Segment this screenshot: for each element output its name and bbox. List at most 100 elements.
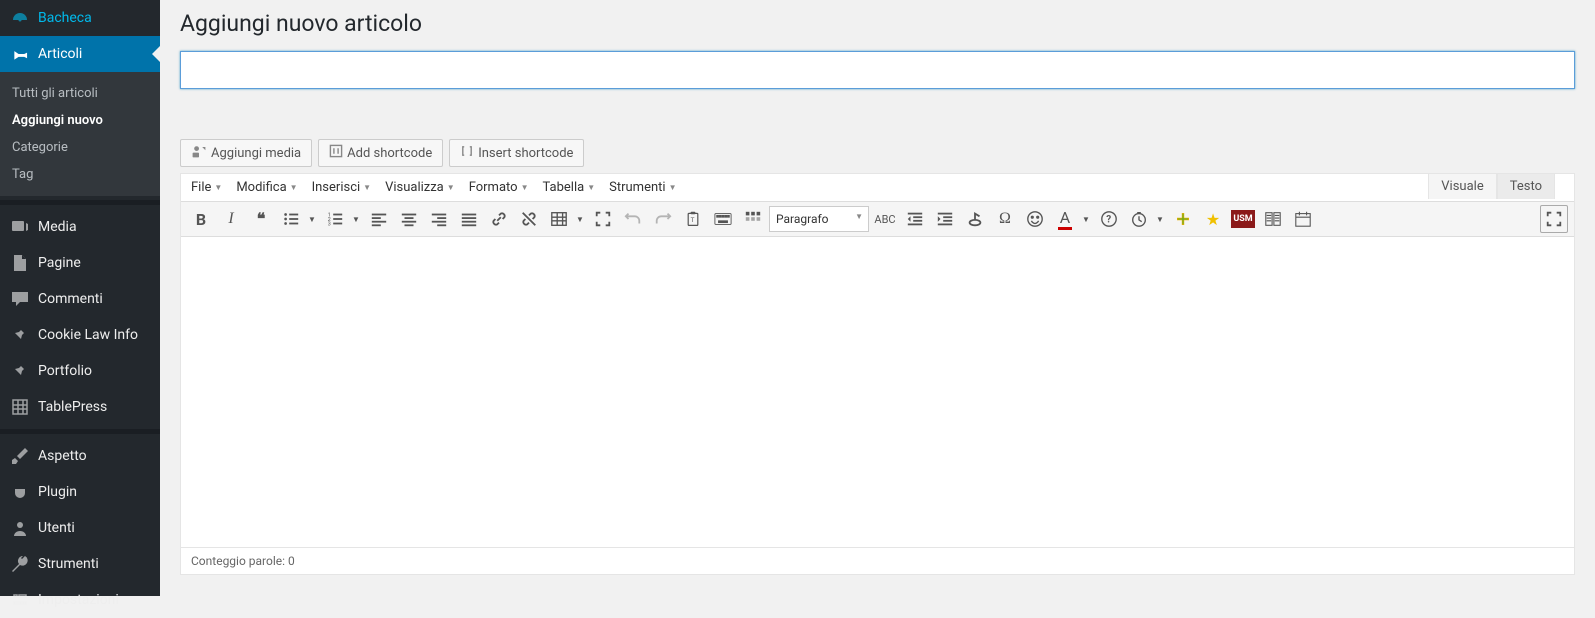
editor-tabs: Visuale Testo	[1428, 173, 1555, 199]
keyboard-button[interactable]	[709, 205, 737, 233]
menu-file[interactable]: File	[191, 180, 222, 195]
settings-icon	[10, 590, 30, 610]
sidebar-separator	[0, 429, 160, 434]
clock-button[interactable]	[1125, 205, 1153, 233]
sidebar-label: Portfolio	[38, 363, 92, 379]
comment-icon	[10, 289, 30, 309]
submenu-all-posts[interactable]: Tutti gli articoli	[0, 80, 160, 107]
sidebar-item-media[interactable]: Media	[0, 209, 160, 245]
bullet-list-dropdown[interactable]: ▼	[305, 205, 319, 233]
sidebar-item-pagine[interactable]: Pagine	[0, 245, 160, 281]
menu-tabella[interactable]: Tabella	[543, 180, 596, 195]
status-bar: Conteggio parole: 0	[181, 547, 1574, 574]
sidebar-label: Impostazioni	[38, 592, 119, 608]
sidebar-label: TablePress	[38, 399, 107, 415]
clock-dropdown[interactable]: ▼	[1153, 205, 1167, 233]
brush-icon	[10, 446, 30, 466]
menu-modifica[interactable]: Modifica	[236, 180, 297, 195]
sidebar-label: Utenti	[38, 520, 75, 536]
align-right-button[interactable]	[425, 205, 453, 233]
sidebar-item-tablepress[interactable]: TablePress	[0, 389, 160, 425]
page-title: Aggiungi nuovo articolo	[180, 10, 1575, 37]
text-color-button[interactable]: A	[1051, 205, 1079, 233]
blockquote-button[interactable]: ❝	[247, 205, 275, 233]
bold-button[interactable]: B	[187, 205, 215, 233]
sidebar-label: Bacheca	[38, 10, 92, 26]
bullet-list-button[interactable]	[277, 205, 305, 233]
pin-icon	[10, 44, 30, 64]
indent-button[interactable]	[931, 205, 959, 233]
menu-strumenti[interactable]: Strumenti	[609, 180, 676, 195]
sidebar-label: Aspetto	[38, 448, 87, 464]
insert-shortcode-button[interactable]: Insert shortcode	[449, 139, 584, 167]
sidebar-item-portfolio[interactable]: Portfolio	[0, 353, 160, 389]
align-left-button[interactable]	[365, 205, 393, 233]
submenu-add-new[interactable]: Aggiungi nuovo	[0, 107, 160, 134]
undo-button[interactable]	[619, 205, 647, 233]
text-color-dropdown[interactable]: ▼	[1079, 205, 1093, 233]
table-button[interactable]	[545, 205, 573, 233]
paste-text-button[interactable]: T	[679, 205, 707, 233]
main-content: Aggiungi nuovo articolo Aggiungi media A…	[160, 0, 1595, 596]
sidebar-item-bacheca[interactable]: Bacheca	[0, 0, 160, 36]
sidebar-item-strumenti[interactable]: Strumenti	[0, 546, 160, 582]
shortcode-icon	[460, 144, 474, 162]
svg-text:3: 3	[328, 221, 331, 227]
number-list-button[interactable]: 123	[321, 205, 349, 233]
calendar-button[interactable]	[1289, 205, 1317, 233]
unlink-button[interactable]	[515, 205, 543, 233]
add-shortcode-button[interactable]: Add shortcode	[318, 139, 443, 167]
add-media-button[interactable]: Aggiungi media	[180, 139, 312, 167]
align-justify-button[interactable]	[455, 205, 483, 233]
align-center-button[interactable]	[395, 205, 423, 233]
help-button[interactable]: ?	[1095, 205, 1123, 233]
sidebar-item-articoli[interactable]: Articoli	[0, 36, 160, 72]
number-list-dropdown[interactable]: ▼	[349, 205, 363, 233]
clear-format-button[interactable]	[961, 205, 989, 233]
link-button[interactable]	[485, 205, 513, 233]
sidebar-label: Articoli	[38, 46, 82, 62]
sidebar-submenu: Tutti gli articoli Aggiungi nuovo Catego…	[0, 72, 160, 196]
sidebar-separator	[0, 200, 160, 205]
sidebar-item-commenti[interactable]: Commenti	[0, 281, 160, 317]
format-select[interactable]: Paragrafo	[769, 206, 869, 232]
sidebar-item-cookie[interactable]: Cookie Law Info	[0, 317, 160, 353]
submenu-categories[interactable]: Categorie	[0, 134, 160, 161]
usm-button[interactable]: USM	[1229, 205, 1257, 233]
strikethrough-button[interactable]: ABC	[871, 205, 899, 233]
distraction-free-button[interactable]	[1540, 205, 1568, 233]
menu-inserisci[interactable]: Inserisci	[312, 180, 371, 195]
menu-formato[interactable]: Formato	[469, 180, 529, 195]
table-dropdown[interactable]: ▼	[573, 205, 587, 233]
toolbar-toggle-button[interactable]	[739, 205, 767, 233]
redo-button[interactable]	[649, 205, 677, 233]
star-button[interactable]: ★	[1199, 205, 1227, 233]
submenu-tags[interactable]: Tag	[0, 161, 160, 188]
sidebar-label: Pagine	[38, 255, 81, 271]
fullscreen-button[interactable]	[589, 205, 617, 233]
editor-menu-bar: File Modifica Inserisci Visualizza Forma…	[181, 174, 1574, 202]
tab-visual[interactable]: Visuale	[1428, 173, 1496, 199]
sidebar-item-aspetto[interactable]: Aspetto	[0, 438, 160, 474]
sidebar-item-impostazioni[interactable]: Impostazioni	[0, 582, 160, 618]
menu-visualizza[interactable]: Visualizza	[385, 180, 455, 195]
emoji-button[interactable]	[1021, 205, 1049, 233]
user-icon	[10, 518, 30, 538]
tab-text[interactable]: Testo	[1497, 173, 1555, 199]
sidebar-label: Cookie Law Info	[38, 327, 138, 343]
word-count: Conteggio parole: 0	[191, 554, 295, 568]
outdent-button[interactable]	[901, 205, 929, 233]
sidebar-item-utenti[interactable]: Utenti	[0, 510, 160, 546]
post-title-input[interactable]	[180, 51, 1575, 89]
sidebar-label: Media	[38, 219, 77, 235]
sidebar-label: Commenti	[38, 291, 103, 307]
plug-icon	[10, 482, 30, 502]
special-char-button[interactable]: Ω	[991, 205, 1019, 233]
italic-button[interactable]: I	[217, 205, 245, 233]
pin-icon	[10, 325, 30, 345]
editor-content-area[interactable]	[181, 237, 1574, 547]
sidebar-item-plugin[interactable]: Plugin	[0, 474, 160, 510]
pin-icon	[10, 361, 30, 381]
columns-button[interactable]	[1259, 205, 1287, 233]
add-button[interactable]	[1169, 205, 1197, 233]
